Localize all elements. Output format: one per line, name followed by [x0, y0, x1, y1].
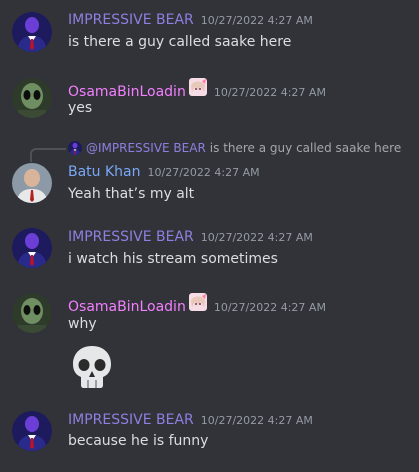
username[interactable]: IMPRESSIVE BEAR: [68, 12, 194, 28]
avatar[interactable]: [12, 163, 52, 203]
timestamp: 10/27/2022 4:27 AM: [200, 414, 313, 427]
message-text: i watch his stream sometimes: [68, 251, 278, 267]
message-text: why: [68, 316, 97, 332]
message-header: IMPRESSIVE BEAR 10/27/2022 4:27 AM: [68, 12, 313, 28]
avatar[interactable]: [12, 12, 52, 52]
reply-connector: [30, 148, 66, 162]
username[interactable]: OsamaBinLoadin: [68, 299, 186, 315]
message-text: yes: [68, 100, 93, 116]
skull-emoji-icon[interactable]: [68, 343, 116, 391]
avatar[interactable]: [12, 293, 52, 333]
message-header: IMPRESSIVE BEAR 10/27/2022 4:27 AM: [68, 229, 313, 245]
username[interactable]: IMPRESSIVE BEAR: [68, 229, 194, 245]
anime-badge-icon: [189, 78, 207, 96]
message-header: OsamaBinLoadin 10/27/2022 4:27 AM: [68, 78, 326, 100]
anime-badge-icon: [189, 293, 207, 311]
message-text: Yeah that’s my alt: [68, 186, 195, 202]
avatar[interactable]: [12, 228, 52, 268]
timestamp: 10/27/2022 4:27 AM: [213, 301, 326, 314]
reply-preview[interactable]: @IMPRESSIVE BEAR is there a guy called s…: [68, 141, 401, 155]
username[interactable]: OsamaBinLoadin: [68, 84, 186, 100]
reply-mention[interactable]: @IMPRESSIVE BEAR: [86, 141, 206, 155]
message-header: OsamaBinLoadin 10/27/2022 4:27 AM: [68, 293, 326, 315]
username[interactable]: Batu Khan: [68, 164, 141, 180]
message-text: because he is funny: [68, 433, 209, 449]
reply-text: is there a guy called saake here: [209, 141, 402, 155]
avatar[interactable]: [12, 78, 52, 118]
timestamp: 10/27/2022 4:27 AM: [213, 86, 326, 99]
message-header: Batu Khan 10/27/2022 4:27 AM: [68, 164, 260, 180]
reply-avatar: [68, 141, 82, 155]
message-header: IMPRESSIVE BEAR 10/27/2022 4:27 AM: [68, 412, 313, 428]
timestamp: 10/27/2022 4:27 AM: [200, 14, 313, 27]
username[interactable]: IMPRESSIVE BEAR: [68, 412, 194, 428]
timestamp: 10/27/2022 4:27 AM: [147, 166, 260, 179]
timestamp: 10/27/2022 4:27 AM: [200, 231, 313, 244]
message-text: is there a guy called saake here: [68, 34, 292, 50]
avatar[interactable]: [12, 411, 52, 451]
